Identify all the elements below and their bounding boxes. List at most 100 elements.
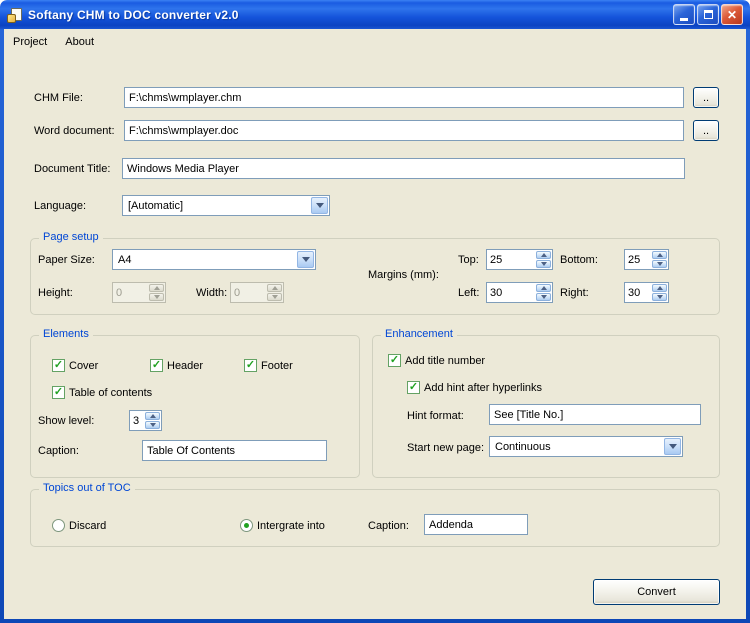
- footer-checkbox[interactable]: ✓: [244, 359, 257, 372]
- margin-bottom-down-button[interactable]: [652, 260, 667, 268]
- window-border-left: [0, 29, 4, 623]
- integrate-label[interactable]: Intergrate into: [257, 520, 325, 533]
- minimize-button[interactable]: [673, 4, 695, 25]
- close-button[interactable]: ✕: [721, 4, 743, 25]
- menu-about[interactable]: About: [56, 33, 103, 51]
- toc-checkbox[interactable]: ✓: [52, 386, 65, 399]
- add-title-number-label[interactable]: Add title number: [405, 355, 485, 368]
- width-input: [231, 283, 267, 302]
- show-level-spinner[interactable]: [129, 410, 162, 431]
- margin-left-spin-buttons: [536, 283, 552, 302]
- start-new-page-select[interactable]: Continuous: [489, 436, 683, 457]
- show-level-down-button[interactable]: [145, 421, 160, 429]
- doc-title-input[interactable]: [122, 158, 685, 179]
- chm-file-label: CHM File:: [34, 92, 83, 105]
- paper-size-dropdown-button[interactable]: [297, 251, 314, 268]
- add-title-number-checkbox[interactable]: ✓: [388, 354, 401, 367]
- margin-left-spinner[interactable]: [486, 282, 553, 303]
- toc-label[interactable]: Table of contents: [69, 387, 152, 400]
- margins-label: Margins (mm):: [368, 269, 439, 282]
- chm-file-input[interactable]: [124, 87, 684, 108]
- up-arrow-icon: [541, 286, 547, 290]
- down-arrow-icon: [541, 262, 547, 266]
- height-up-button: [149, 284, 164, 292]
- width-up-button: [267, 284, 282, 292]
- show-level-label: Show level:: [38, 415, 94, 428]
- cover-checkbox[interactable]: ✓: [52, 359, 65, 372]
- language-label: Language:: [34, 200, 86, 213]
- menu-project[interactable]: Project: [4, 33, 56, 51]
- toc-caption-label: Caption:: [38, 445, 79, 458]
- toc-caption-input[interactable]: [142, 440, 327, 461]
- window-border-bottom: [0, 619, 750, 623]
- height-label: Height:: [38, 287, 73, 300]
- margin-left-down-button[interactable]: [536, 293, 551, 301]
- paper-size-select[interactable]: A4: [112, 249, 316, 270]
- height-down-button: [149, 293, 164, 301]
- page-setup-title: Page setup: [39, 231, 103, 243]
- cover-label[interactable]: Cover: [69, 360, 98, 373]
- margin-left-label: Left:: [458, 287, 479, 300]
- margin-bottom-spinner[interactable]: [624, 249, 669, 270]
- close-icon: ✕: [727, 9, 737, 21]
- titlebar[interactable]: Softany CHM to DOC converter v2.0 ✕: [0, 0, 750, 29]
- margin-top-input[interactable]: [487, 250, 536, 269]
- check-icon: ✓: [246, 360, 255, 371]
- integrate-radio[interactable]: [240, 519, 253, 532]
- add-hint-label[interactable]: Add hint after hyperlinks: [424, 382, 542, 395]
- width-spinner: [230, 282, 284, 303]
- margin-bottom-spin-buttons: [652, 250, 668, 269]
- margin-left-input[interactable]: [487, 283, 536, 302]
- discard-label[interactable]: Discard: [69, 520, 106, 533]
- maximize-button[interactable]: [697, 4, 719, 25]
- margin-right-spin-buttons: [652, 283, 668, 302]
- show-level-spin-buttons: [145, 411, 161, 430]
- margin-top-spin-buttons: [536, 250, 552, 269]
- topics-group: Topics out of TOC: [30, 489, 720, 547]
- topics-caption-input[interactable]: [424, 514, 528, 535]
- check-icon: ✓: [409, 382, 418, 393]
- show-level-up-button[interactable]: [145, 412, 160, 420]
- down-arrow-icon: [657, 295, 663, 299]
- margin-bottom-label: Bottom:: [560, 254, 598, 267]
- up-arrow-icon: [272, 286, 278, 290]
- word-doc-browse-button[interactable]: ..: [693, 120, 719, 141]
- margin-bottom-up-button[interactable]: [652, 251, 667, 259]
- language-select[interactable]: [Automatic]: [122, 195, 330, 216]
- convert-button[interactable]: Convert: [593, 579, 720, 605]
- margin-top-down-button[interactable]: [536, 260, 551, 268]
- width-down-button: [267, 293, 282, 301]
- word-doc-input[interactable]: [124, 120, 684, 141]
- show-level-input[interactable]: [130, 411, 145, 430]
- margin-right-up-button[interactable]: [652, 284, 667, 292]
- start-new-page-label: Start new page:: [407, 442, 484, 455]
- add-hint-checkbox[interactable]: ✓: [407, 381, 420, 394]
- margin-bottom-input[interactable]: [625, 250, 652, 269]
- discard-radio[interactable]: [52, 519, 65, 532]
- hint-format-label: Hint format:: [407, 410, 464, 423]
- chevron-down-icon: [302, 257, 310, 262]
- chm-file-browse-button[interactable]: ..: [693, 87, 719, 108]
- start-new-page-dropdown-button[interactable]: [664, 438, 681, 455]
- check-icon: ✓: [390, 355, 399, 366]
- up-arrow-icon: [154, 286, 160, 290]
- margin-right-input[interactable]: [625, 283, 652, 302]
- language-dropdown-button[interactable]: [311, 197, 328, 214]
- enhancement-title: Enhancement: [381, 328, 457, 340]
- up-arrow-icon: [150, 414, 156, 418]
- margin-top-up-button[interactable]: [536, 251, 551, 259]
- check-icon: ✓: [54, 360, 63, 371]
- margin-left-up-button[interactable]: [536, 284, 551, 292]
- chevron-down-icon: [669, 444, 677, 449]
- hint-format-input[interactable]: [489, 404, 701, 425]
- width-spin-buttons: [267, 283, 283, 302]
- word-doc-label: Word document:: [34, 125, 115, 138]
- margin-right-spinner[interactable]: [624, 282, 669, 303]
- margin-top-label: Top:: [458, 254, 479, 267]
- header-checkbox[interactable]: ✓: [150, 359, 163, 372]
- header-label[interactable]: Header: [167, 360, 203, 373]
- window-title: Softany CHM to DOC converter v2.0: [28, 8, 239, 22]
- margin-top-spinner[interactable]: [486, 249, 553, 270]
- footer-label[interactable]: Footer: [261, 360, 293, 373]
- margin-right-down-button[interactable]: [652, 293, 667, 301]
